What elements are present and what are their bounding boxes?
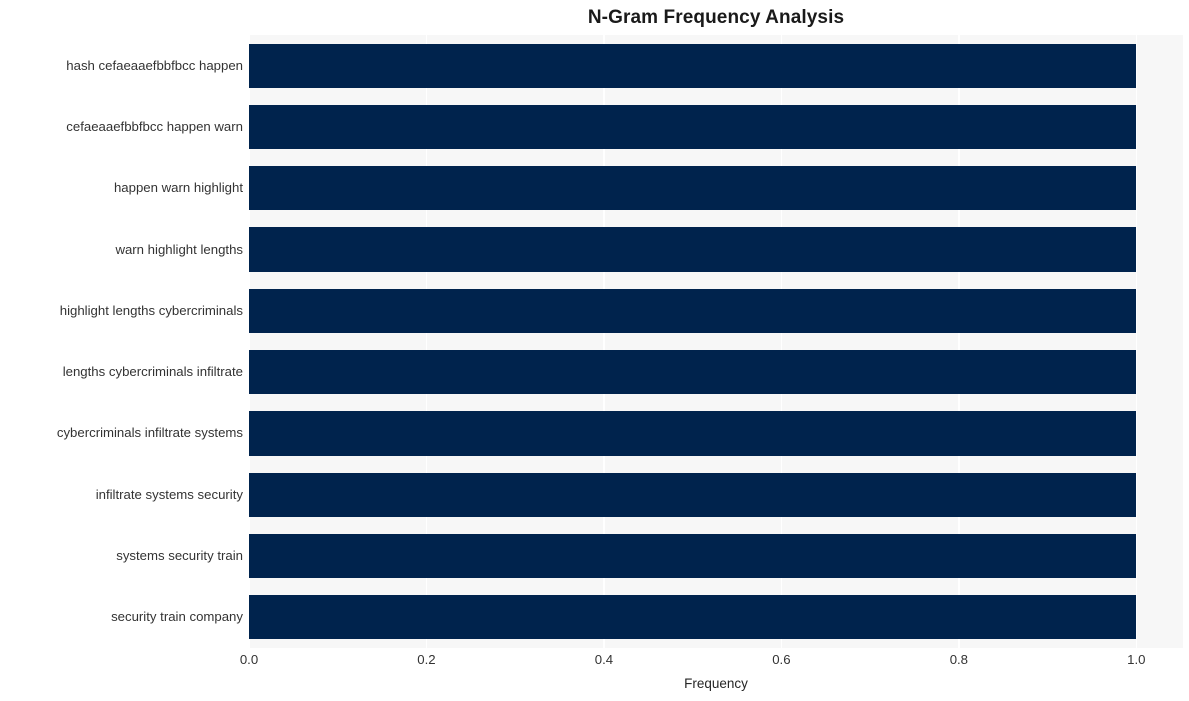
y-axis-tick-label: cefaeaaefbbfbcc happen warn — [66, 118, 243, 134]
bar[interactable] — [249, 411, 1137, 456]
x-axis-tick-labels: 0.0 0.2 0.4 0.6 0.8 1.0 — [0, 652, 1189, 672]
x-axis-title: Frequency — [684, 676, 748, 691]
x-axis-tick-label: 0.4 — [594, 652, 614, 667]
y-axis-tick-label: highlight lengths cybercriminals — [59, 302, 243, 318]
bar[interactable] — [249, 595, 1137, 640]
y-axis-tick-labels: hash cefaeaaefbbfbcc happen cefaeaaefbbfb… — [0, 35, 243, 648]
bar[interactable] — [249, 43, 1137, 88]
chart-title: N-Gram Frequency Analysis — [587, 7, 845, 28]
x-axis-tick-label: 1.0 — [1127, 652, 1146, 667]
plot-area — [249, 35, 1183, 648]
y-axis-tick-label: security train company — [111, 609, 243, 625]
y-axis-tick-label: infiltrate systems security — [95, 486, 243, 502]
bar[interactable] — [249, 166, 1137, 211]
chart-figure: N-Gram Frequency Analysis hash cefaeaaef… — [0, 0, 1189, 701]
x-axis-tick-label: 0.2 — [417, 652, 436, 667]
y-axis-tick-label: happen warn highlight — [113, 180, 243, 196]
x-axis-tick-label: 0.8 — [949, 652, 969, 667]
bar[interactable] — [249, 104, 1137, 149]
x-axis-tick-label: 0.0 — [239, 652, 259, 667]
y-axis-tick-label: systems security train — [116, 548, 243, 564]
bar[interactable] — [249, 350, 1137, 395]
bar[interactable] — [249, 288, 1137, 333]
y-axis-tick-label: lengths cybercriminals infiltrate — [62, 364, 243, 380]
y-axis-tick-label: hash cefaeaaefbbfbcc happen — [66, 57, 243, 73]
bar[interactable] — [249, 472, 1137, 517]
y-axis-tick-label: cybercriminals infiltrate systems — [56, 425, 243, 441]
bar[interactable] — [249, 227, 1137, 272]
bar[interactable] — [249, 533, 1137, 579]
y-axis-tick-label: warn highlight lengths — [115, 241, 243, 257]
x-axis-tick-label: 0.6 — [772, 652, 791, 667]
